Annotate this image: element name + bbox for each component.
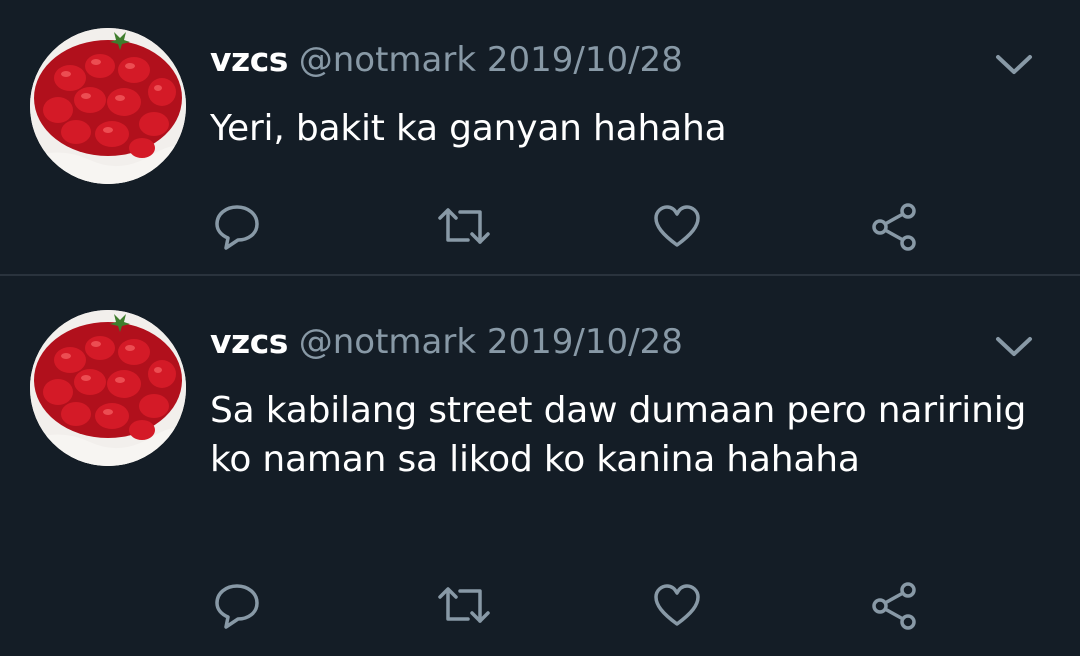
display-name[interactable]: vzcs bbox=[210, 40, 288, 79]
display-name[interactable]: vzcs bbox=[210, 322, 288, 361]
tweet-date[interactable]: 2019/10/28 bbox=[487, 40, 683, 80]
tweet[interactable]: vzcs @notmark 2019/10/28 Yeri, bakit ka … bbox=[0, 0, 1080, 276]
tweet-header: vzcs @notmark 2019/10/28 bbox=[210, 40, 683, 80]
user-handle[interactable]: @notmark bbox=[299, 322, 476, 362]
tweet-actions bbox=[0, 202, 1080, 252]
retweet-icon[interactable] bbox=[436, 581, 490, 631]
reply-bubble-icon[interactable] bbox=[212, 202, 262, 252]
tweet-header: vzcs @notmark 2019/10/28 bbox=[210, 322, 683, 362]
user-handle[interactable]: @notmark bbox=[299, 40, 476, 80]
avatar[interactable] bbox=[30, 310, 186, 466]
tweet-date[interactable]: 2019/10/28 bbox=[487, 322, 683, 362]
tweet[interactable]: vzcs @notmark 2019/10/28 Sa kabilang str… bbox=[0, 276, 1080, 656]
retweet-icon[interactable] bbox=[436, 202, 490, 252]
tweet-text: Sa kabilang street daw dumaan pero narir… bbox=[210, 390, 1027, 480]
tweet-text: Yeri, bakit ka ganyan hahaha bbox=[210, 108, 727, 149]
tweet-actions bbox=[0, 581, 1080, 631]
chevron-down-icon[interactable] bbox=[994, 52, 1034, 78]
avatar[interactable] bbox=[30, 28, 186, 184]
reply-bubble-icon[interactable] bbox=[212, 581, 262, 631]
share-icon[interactable] bbox=[870, 581, 920, 631]
chevron-down-icon[interactable] bbox=[994, 334, 1034, 360]
heart-icon[interactable] bbox=[652, 581, 702, 631]
share-icon[interactable] bbox=[870, 202, 920, 252]
heart-icon[interactable] bbox=[652, 202, 702, 252]
